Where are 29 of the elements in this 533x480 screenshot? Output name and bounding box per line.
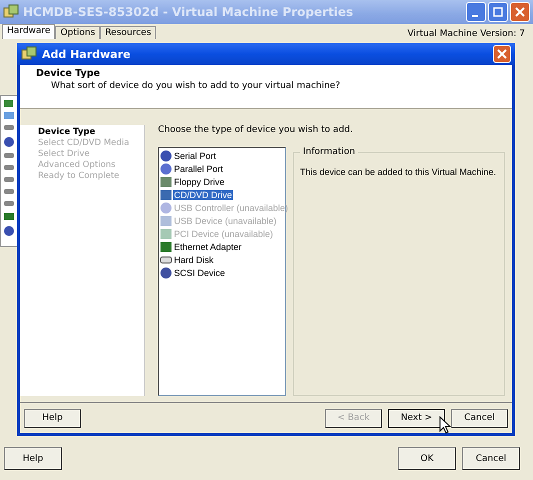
device-item[interactable]: CD/DVD Drive bbox=[160, 188, 284, 201]
device-item[interactable]: Parallel Port bbox=[160, 162, 284, 175]
device-item[interactable]: Floppy Drive bbox=[160, 175, 284, 188]
device-item[interactable]: Ethernet Adapter bbox=[160, 240, 284, 253]
wizard-step: Advanced Options bbox=[38, 160, 144, 171]
tab[interactable]: Hardware bbox=[2, 24, 56, 39]
dialog-button[interactable]: Cancel bbox=[462, 447, 520, 470]
device-item[interactable]: Serial Port bbox=[160, 149, 284, 162]
device-item[interactable]: SCSI Device bbox=[160, 266, 284, 279]
wizard-button[interactable]: Next > bbox=[388, 408, 445, 428]
tab[interactable]: Resources bbox=[100, 26, 156, 39]
window-title: HCMDB-SES-85302d - Virtual Machine Properties bbox=[23, 5, 354, 19]
wizard-button[interactable]: Cancel bbox=[451, 408, 508, 428]
wizard-step: Device Type bbox=[38, 127, 144, 138]
wizard-step: Select CD/DVD Media bbox=[38, 138, 144, 149]
tab[interactable]: Options bbox=[55, 26, 100, 39]
device-item[interactable]: Hard Disk bbox=[160, 253, 284, 266]
wizard-step: Ready to Complete bbox=[38, 171, 144, 182]
page-subheading: What sort of device do you wish to add to your virtual machine? bbox=[50, 81, 342, 91]
dialog-title: Add Hardware bbox=[42, 48, 132, 60]
help-button[interactable]: Help bbox=[24, 408, 81, 428]
prompt-text: Choose the type of device you wish to add. bbox=[158, 125, 354, 135]
page-heading: Device Type bbox=[36, 68, 101, 79]
help-button[interactable]: Help bbox=[4, 447, 62, 470]
version-label: Virtual Machine Version: 7 bbox=[407, 29, 526, 39]
group-title: Information bbox=[302, 147, 356, 157]
info-text: This device can be added to this Virtual Machine. bbox=[300, 167, 497, 177]
wizard-step: Select Drive bbox=[38, 149, 144, 160]
dialog-button[interactable]: OK bbox=[398, 447, 456, 470]
